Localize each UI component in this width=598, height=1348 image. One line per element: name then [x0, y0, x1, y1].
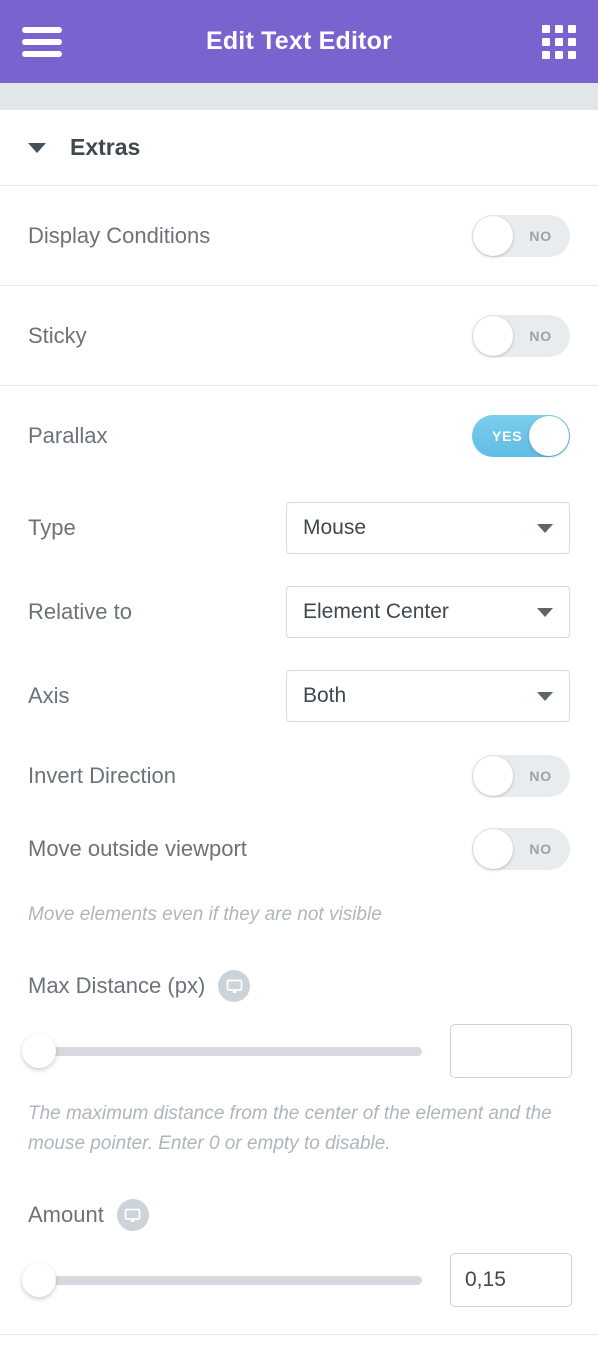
toggle-display-conditions[interactable]: NO	[472, 214, 570, 257]
row-type: Type Mouse	[0, 486, 598, 570]
row-max-distance-slider	[0, 1017, 598, 1085]
caret-down-icon	[28, 142, 46, 153]
toggle-knob	[473, 756, 513, 796]
toggle-state-label: NO	[529, 841, 552, 857]
toggle-state-label: NO	[529, 327, 552, 344]
row-parallax: Parallax YES	[0, 386, 598, 486]
row-max-distance-label: Max Distance (px)	[0, 955, 598, 1017]
select-axis[interactable]: Both	[286, 670, 570, 722]
select-relative-to-value: Element Center	[303, 600, 449, 623]
settings-panel: Extras Display Conditions NO Sticky NO P…	[0, 110, 598, 1348]
toggle-knob	[473, 829, 513, 869]
app-header: Edit Text Editor	[0, 0, 598, 83]
label-max-distance: Max Distance (px)	[28, 973, 206, 999]
slider-handle[interactable]	[22, 1263, 56, 1298]
desktop-monitor-icon[interactable]	[218, 970, 251, 1003]
label-type: Type	[28, 515, 76, 540]
label-move-outside-viewport: Move outside viewport	[28, 836, 247, 861]
select-type[interactable]: Mouse	[286, 502, 570, 554]
row-move-outside-viewport: Move outside viewport NO	[0, 814, 598, 884]
row-relative-to: Relative to Element Center	[0, 570, 598, 654]
page-title: Edit Text Editor	[205, 27, 393, 55]
select-type-value: Mouse	[303, 516, 367, 539]
toggle-knob	[529, 416, 569, 456]
chevron-down-icon	[537, 523, 553, 533]
chevron-down-icon	[537, 607, 553, 617]
select-relative-to[interactable]: Element Center	[286, 586, 570, 638]
toggle-move-outside-viewport[interactable]: NO	[472, 828, 570, 870]
row-axis: Axis Both	[0, 654, 598, 738]
label-relative-to: Relative to	[28, 599, 132, 624]
label-sticky: Sticky	[28, 322, 87, 348]
toggle-knob	[473, 215, 513, 256]
header-spacer-strip	[0, 83, 598, 110]
slider-max-distance[interactable]	[22, 1034, 422, 1069]
toggle-state-label: NO	[529, 227, 552, 244]
label-display-conditions: Display Conditions	[28, 222, 211, 248]
label-axis: Axis	[28, 683, 70, 708]
hamburger-menu-icon[interactable]	[22, 26, 62, 57]
toggle-knob	[473, 315, 513, 356]
toggle-sticky[interactable]: NO	[472, 314, 570, 357]
hamburger-bar	[22, 50, 62, 57]
toggle-parallax[interactable]: YES	[472, 415, 570, 457]
row-amount-label: Amount	[0, 1184, 598, 1246]
hamburger-bar	[22, 26, 62, 33]
hint-max-distance: The maximum distance from the center of …	[28, 1103, 552, 1154]
input-amount[interactable]: 0,15	[450, 1253, 572, 1308]
label-parallax: Parallax	[28, 423, 108, 448]
slider-track	[26, 1046, 422, 1056]
label-amount: Amount	[28, 1202, 104, 1228]
section-header-extras[interactable]: Extras	[0, 110, 598, 186]
hamburger-bar	[22, 38, 62, 45]
hint-move-outside-viewport: Move elements even if they are not visib…	[28, 904, 382, 925]
toggle-invert-direction[interactable]: NO	[472, 755, 570, 797]
slider-track	[26, 1275, 422, 1285]
row-amount-slider: 0,15	[0, 1246, 598, 1314]
slider-handle[interactable]	[22, 1034, 56, 1069]
row-display-conditions: Display Conditions NO	[0, 186, 598, 286]
input-amount-value: 0,15	[465, 1268, 506, 1292]
section-title: Extras	[70, 134, 141, 160]
row-invert-direction: Invert Direction NO	[0, 738, 598, 814]
label-invert-direction: Invert Direction	[28, 763, 176, 788]
section-divider	[0, 1334, 598, 1336]
grid-apps-icon[interactable]	[542, 24, 576, 59]
chevron-down-icon	[537, 691, 553, 701]
slider-amount[interactable]	[22, 1263, 422, 1298]
row-sticky: Sticky NO	[0, 286, 598, 386]
toggle-state-label: YES	[492, 428, 523, 444]
input-max-distance[interactable]	[450, 1024, 572, 1079]
toggle-state-label: NO	[529, 768, 552, 784]
select-axis-value: Both	[303, 684, 347, 707]
desktop-monitor-icon[interactable]	[116, 1199, 149, 1232]
